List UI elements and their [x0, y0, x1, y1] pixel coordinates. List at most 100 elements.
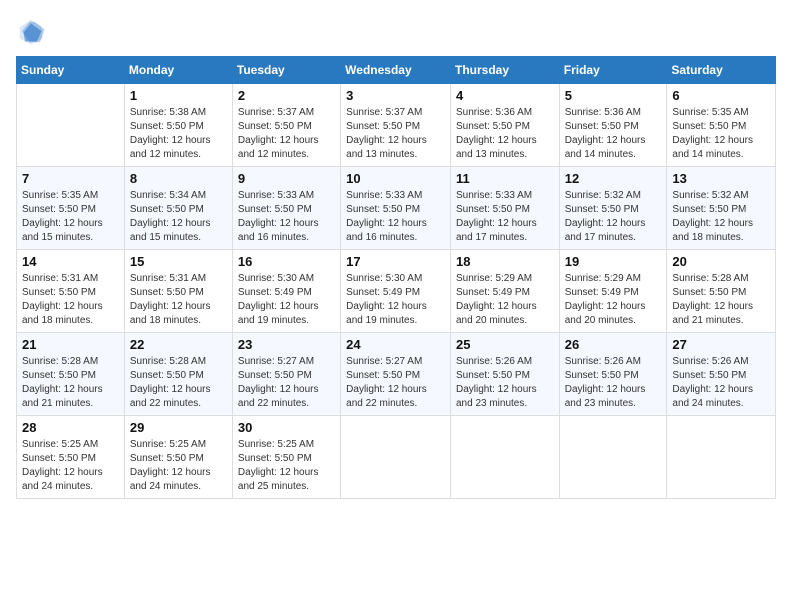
header-day-thursday: Thursday — [450, 57, 559, 84]
header-row: SundayMondayTuesdayWednesdayThursdayFrid… — [17, 57, 776, 84]
day-info: Sunrise: 5:27 AM Sunset: 5:50 PM Dayligh… — [346, 355, 445, 411]
day-info: Sunrise: 5:25 AM Sunset: 5:50 PM Dayligh… — [22, 438, 119, 494]
day-number: 20 — [672, 254, 770, 269]
day-number: 25 — [456, 337, 554, 352]
day-info: Sunrise: 5:37 AM Sunset: 5:50 PM Dayligh… — [346, 106, 445, 162]
day-info: Sunrise: 5:31 AM Sunset: 5:50 PM Dayligh… — [22, 272, 119, 328]
calendar-cell: 19 Sunrise: 5:29 AM Sunset: 5:49 PM Dayli… — [559, 250, 667, 333]
day-info: Sunrise: 5:26 AM Sunset: 5:50 PM Dayligh… — [456, 355, 554, 411]
day-info: Sunrise: 5:28 AM Sunset: 5:50 PM Dayligh… — [672, 272, 770, 328]
header-day-wednesday: Wednesday — [341, 57, 451, 84]
header-day-monday: Monday — [124, 57, 232, 84]
day-info: Sunrise: 5:29 AM Sunset: 5:49 PM Dayligh… — [565, 272, 662, 328]
day-number: 21 — [22, 337, 119, 352]
calendar-cell: 21 Sunrise: 5:28 AM Sunset: 5:50 PM Dayli… — [17, 333, 125, 416]
day-number: 10 — [346, 171, 445, 186]
day-number: 8 — [130, 171, 227, 186]
page-header — [16, 16, 776, 46]
calendar-cell: 20 Sunrise: 5:28 AM Sunset: 5:50 PM Dayli… — [667, 250, 776, 333]
header-day-saturday: Saturday — [667, 57, 776, 84]
day-info: Sunrise: 5:35 AM Sunset: 5:50 PM Dayligh… — [22, 189, 119, 245]
calendar-body: 1 Sunrise: 5:38 AM Sunset: 5:50 PM Daylig… — [17, 84, 776, 499]
day-info: Sunrise: 5:25 AM Sunset: 5:50 PM Dayligh… — [130, 438, 227, 494]
calendar-cell: 6 Sunrise: 5:35 AM Sunset: 5:50 PM Daylig… — [667, 84, 776, 167]
calendar-header: SundayMondayTuesdayWednesdayThursdayFrid… — [17, 57, 776, 84]
day-number: 6 — [672, 88, 770, 103]
calendar-cell: 3 Sunrise: 5:37 AM Sunset: 5:50 PM Daylig… — [341, 84, 451, 167]
day-number: 15 — [130, 254, 227, 269]
day-info: Sunrise: 5:26 AM Sunset: 5:50 PM Dayligh… — [672, 355, 770, 411]
day-info: Sunrise: 5:35 AM Sunset: 5:50 PM Dayligh… — [672, 106, 770, 162]
calendar-cell: 11 Sunrise: 5:33 AM Sunset: 5:50 PM Dayli… — [450, 167, 559, 250]
day-number: 13 — [672, 171, 770, 186]
calendar-cell: 10 Sunrise: 5:33 AM Sunset: 5:50 PM Dayli… — [341, 167, 451, 250]
day-info: Sunrise: 5:33 AM Sunset: 5:50 PM Dayligh… — [346, 189, 445, 245]
day-info: Sunrise: 5:30 AM Sunset: 5:49 PM Dayligh… — [238, 272, 335, 328]
calendar-cell: 28Sunrise: 5:25 AM Sunset: 5:50 PM Dayli… — [17, 416, 125, 499]
calendar-cell: 25 Sunrise: 5:26 AM Sunset: 5:50 PM Dayli… — [450, 333, 559, 416]
day-info: Sunrise: 5:33 AM Sunset: 5:50 PM Dayligh… — [456, 189, 554, 245]
calendar-cell: 15 Sunrise: 5:31 AM Sunset: 5:50 PM Dayli… — [124, 250, 232, 333]
header-day-sunday: Sunday — [17, 57, 125, 84]
day-number: 7 — [22, 171, 119, 186]
day-number: 26 — [565, 337, 662, 352]
day-info: Sunrise: 5:38 AM Sunset: 5:50 PM Dayligh… — [130, 106, 227, 162]
calendar-cell: 7 Sunrise: 5:35 AM Sunset: 5:50 PM Daylig… — [17, 167, 125, 250]
day-info: Sunrise: 5:37 AM Sunset: 5:50 PM Dayligh… — [238, 106, 335, 162]
day-number: 23 — [238, 337, 335, 352]
calendar-week-1: 1 Sunrise: 5:38 AM Sunset: 5:50 PM Daylig… — [17, 84, 776, 167]
day-number: 12 — [565, 171, 662, 186]
calendar-cell: 26Sunrise: 5:26 AM Sunset: 5:50 PM Dayli… — [559, 333, 667, 416]
day-info: Sunrise: 5:28 AM Sunset: 5:50 PM Dayligh… — [22, 355, 119, 411]
day-number: 19 — [565, 254, 662, 269]
day-number: 16 — [238, 254, 335, 269]
calendar-cell: 24 Sunrise: 5:27 AM Sunset: 5:50 PM Dayli… — [341, 333, 451, 416]
day-info: Sunrise: 5:29 AM Sunset: 5:49 PM Dayligh… — [456, 272, 554, 328]
day-number: 2 — [238, 88, 335, 103]
calendar-cell — [17, 84, 125, 167]
calendar-cell — [667, 416, 776, 499]
calendar-cell: 14Sunrise: 5:31 AM Sunset: 5:50 PM Dayli… — [17, 250, 125, 333]
day-number: 30 — [238, 420, 335, 435]
day-number: 29 — [130, 420, 227, 435]
day-number: 9 — [238, 171, 335, 186]
calendar-cell: 30 Sunrise: 5:25 AM Sunset: 5:50 PM Dayli… — [232, 416, 340, 499]
day-info: Sunrise: 5:36 AM Sunset: 5:50 PM Dayligh… — [456, 106, 554, 162]
logo-icon — [16, 16, 46, 46]
calendar-cell: 29 Sunrise: 5:25 AM Sunset: 5:50 PM Dayli… — [124, 416, 232, 499]
calendar-table: SundayMondayTuesdayWednesdayThursdayFrid… — [16, 56, 776, 499]
calendar-cell: 2 Sunrise: 5:37 AM Sunset: 5:50 PM Daylig… — [232, 84, 340, 167]
calendar-cell: 17Sunrise: 5:30 AM Sunset: 5:49 PM Dayli… — [341, 250, 451, 333]
day-info: Sunrise: 5:32 AM Sunset: 5:50 PM Dayligh… — [565, 189, 662, 245]
calendar-cell — [450, 416, 559, 499]
day-info: Sunrise: 5:28 AM Sunset: 5:50 PM Dayligh… — [130, 355, 227, 411]
calendar-week-3: 14Sunrise: 5:31 AM Sunset: 5:50 PM Dayli… — [17, 250, 776, 333]
logo — [16, 16, 50, 46]
header-day-tuesday: Tuesday — [232, 57, 340, 84]
day-number: 24 — [346, 337, 445, 352]
day-number: 4 — [456, 88, 554, 103]
day-info: Sunrise: 5:25 AM Sunset: 5:50 PM Dayligh… — [238, 438, 335, 494]
day-info: Sunrise: 5:30 AM Sunset: 5:49 PM Dayligh… — [346, 272, 445, 328]
calendar-cell: 23Sunrise: 5:27 AM Sunset: 5:50 PM Dayli… — [232, 333, 340, 416]
day-info: Sunrise: 5:32 AM Sunset: 5:50 PM Dayligh… — [672, 189, 770, 245]
calendar-week-4: 21 Sunrise: 5:28 AM Sunset: 5:50 PM Dayli… — [17, 333, 776, 416]
day-info: Sunrise: 5:33 AM Sunset: 5:50 PM Dayligh… — [238, 189, 335, 245]
day-info: Sunrise: 5:31 AM Sunset: 5:50 PM Dayligh… — [130, 272, 227, 328]
day-number: 18 — [456, 254, 554, 269]
day-info: Sunrise: 5:36 AM Sunset: 5:50 PM Dayligh… — [565, 106, 662, 162]
calendar-cell: 18 Sunrise: 5:29 AM Sunset: 5:49 PM Dayli… — [450, 250, 559, 333]
day-number: 3 — [346, 88, 445, 103]
day-info: Sunrise: 5:34 AM Sunset: 5:50 PM Dayligh… — [130, 189, 227, 245]
day-number: 5 — [565, 88, 662, 103]
calendar-cell — [341, 416, 451, 499]
calendar-cell: 8 Sunrise: 5:34 AM Sunset: 5:50 PM Daylig… — [124, 167, 232, 250]
calendar-cell: 4 Sunrise: 5:36 AM Sunset: 5:50 PM Daylig… — [450, 84, 559, 167]
day-number: 11 — [456, 171, 554, 186]
calendar-week-2: 7 Sunrise: 5:35 AM Sunset: 5:50 PM Daylig… — [17, 167, 776, 250]
calendar-cell — [559, 416, 667, 499]
day-number: 22 — [130, 337, 227, 352]
day-number: 1 — [130, 88, 227, 103]
calendar-cell: 13 Sunrise: 5:32 AM Sunset: 5:50 PM Dayli… — [667, 167, 776, 250]
calendar-cell: 16 Sunrise: 5:30 AM Sunset: 5:49 PM Dayli… — [232, 250, 340, 333]
